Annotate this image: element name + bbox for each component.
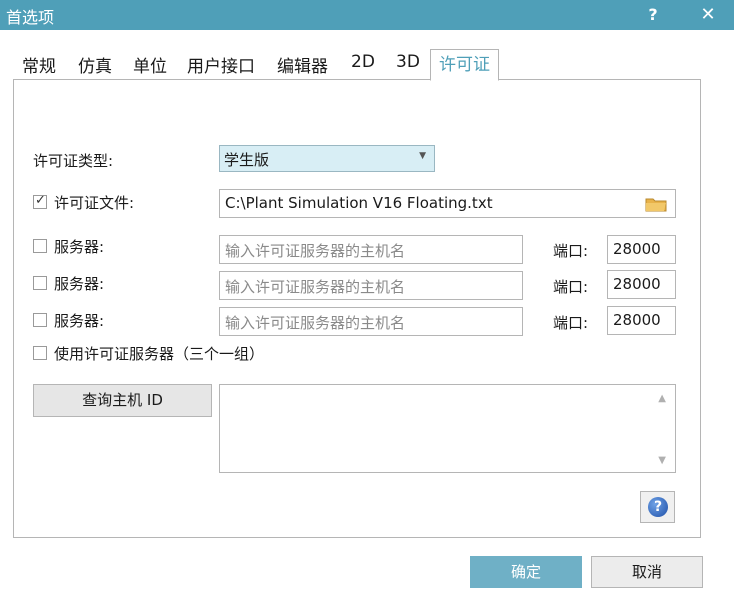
tab-user-interface[interactable]: 用户接口 — [187, 52, 255, 77]
tab-simulation[interactable]: 仿真 — [78, 52, 112, 77]
window-title: 首选项 — [6, 8, 55, 27]
server-triad-checkbox[interactable] — [33, 346, 47, 360]
server-2-port-value: 28000 — [613, 275, 661, 293]
tab-license[interactable]: 许可证 — [430, 49, 499, 81]
scroll-up-icon[interactable]: ▲ — [658, 393, 666, 404]
server-2-placeholder: 输入许可证服务器的主机名 — [225, 278, 406, 296]
tab-3d[interactable]: 3D — [396, 52, 420, 72]
server-3-port-label: 端口: — [553, 314, 589, 332]
help-title-button[interactable]: ? — [640, 2, 666, 28]
tab-editor[interactable]: 编辑器 — [277, 52, 328, 77]
license-type-value: 学生版 — [224, 151, 270, 169]
server-1-placeholder: 输入许可证服务器的主机名 — [225, 242, 406, 260]
tab-units[interactable]: 单位 — [133, 52, 167, 77]
license-file-field[interactable]: C:\Plant Simulation V16 Floating.txt — [219, 189, 676, 218]
server-3-host-input[interactable]: 输入许可证服务器的主机名 — [219, 307, 523, 336]
license-file-label: 许可证文件: — [54, 194, 135, 212]
help-button[interactable]: ? — [640, 491, 675, 523]
server-1-label: 服务器: — [54, 238, 105, 256]
license-type-label: 许可证类型: — [33, 152, 114, 170]
host-id-output[interactable]: ▲ ▼ — [219, 384, 676, 473]
server-3-port-value: 28000 — [613, 311, 661, 329]
server-2-port-input[interactable]: 28000 — [607, 270, 676, 299]
title-bar: 首选项 ? ✕ — [0, 0, 734, 30]
tab-general[interactable]: 常规 — [22, 52, 56, 77]
server-3-port-input[interactable]: 28000 — [607, 306, 676, 335]
license-type-dropdown[interactable]: 学生版 ▼ — [219, 145, 435, 172]
tab-2d[interactable]: 2D — [351, 52, 375, 72]
server-3-checkbox[interactable] — [33, 313, 47, 327]
folder-icon[interactable] — [645, 196, 667, 212]
query-host-id-button[interactable]: 查询主机 ID — [33, 384, 212, 417]
server-2-port-label: 端口: — [553, 278, 589, 296]
server-2-label: 服务器: — [54, 275, 105, 293]
help-icon: ? — [648, 497, 668, 517]
server-1-checkbox[interactable] — [33, 239, 47, 253]
server-1-port-value: 28000 — [613, 240, 661, 258]
license-file-checkbox[interactable]: ✓ — [33, 193, 47, 209]
ok-button[interactable]: 确定 — [470, 556, 582, 588]
server-1-port-input[interactable]: 28000 — [607, 235, 676, 264]
server-1-host-input[interactable]: 输入许可证服务器的主机名 — [219, 235, 523, 264]
cancel-button[interactable]: 取消 — [591, 556, 703, 588]
chevron-down-icon: ▼ — [419, 151, 426, 161]
server-triad-label: 使用许可证服务器（三个一组） — [54, 345, 265, 363]
server-3-label: 服务器: — [54, 312, 105, 330]
server-2-checkbox[interactable] — [33, 276, 47, 290]
scroll-down-icon[interactable]: ▼ — [658, 455, 666, 466]
license-file-path: C:\Plant Simulation V16 Floating.txt — [225, 194, 493, 212]
checkmark-icon: ✓ — [35, 193, 46, 208]
close-button[interactable]: ✕ — [693, 2, 723, 28]
server-3-placeholder: 输入许可证服务器的主机名 — [225, 314, 406, 332]
server-2-host-input[interactable]: 输入许可证服务器的主机名 — [219, 271, 523, 300]
server-1-port-label: 端口: — [553, 242, 589, 260]
